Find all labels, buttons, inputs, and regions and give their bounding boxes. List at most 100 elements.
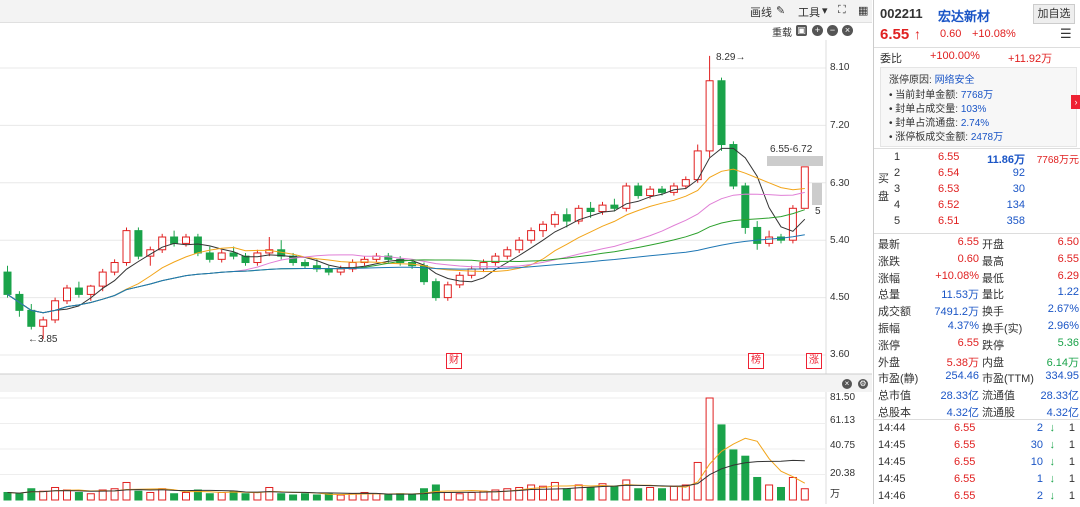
finance-marker[interactable]: 财 bbox=[446, 353, 462, 369]
volume-bar bbox=[289, 494, 298, 501]
volume-bar bbox=[765, 484, 774, 501]
bid-volume: 92 bbox=[1012, 167, 1025, 179]
stat-row: 外盘 5.38万 内盘 6.14万 bbox=[874, 354, 1080, 371]
volume-bar bbox=[455, 493, 464, 501]
candle-body bbox=[753, 226, 762, 244]
stat-label: 涨跌 bbox=[878, 255, 900, 268]
stat-value: 5.36 bbox=[1057, 336, 1079, 349]
tick-volume: 30 bbox=[1030, 439, 1043, 451]
volume-bar bbox=[610, 485, 619, 501]
stat-row: 振幅 4.37% 换手(实) 2.96% bbox=[874, 320, 1080, 337]
stat-value: 2.67% bbox=[1047, 303, 1079, 316]
limit-amount-value: 2478万 bbox=[970, 132, 1004, 143]
bid-row[interactable]: 3 6.53 30 bbox=[874, 183, 1080, 200]
bid-row[interactable]: 4 6.52 134 bbox=[874, 199, 1080, 216]
y-tick-label: 4.50 bbox=[830, 292, 850, 303]
stat-value: 4.32亿 bbox=[946, 407, 979, 419]
y-tick-label: 7.20 bbox=[830, 120, 850, 131]
volume-bar bbox=[312, 494, 321, 501]
stat-value: 1.22 bbox=[1057, 286, 1079, 299]
candle-body bbox=[443, 284, 452, 299]
settings-icon[interactable]: ⚙ bbox=[858, 379, 868, 389]
bid-price: 6.54 bbox=[938, 167, 960, 179]
reason-label: 涨停原因: bbox=[889, 75, 932, 86]
tick-volume: 10 bbox=[1030, 456, 1043, 468]
tick-price: 6.55 bbox=[954, 456, 976, 468]
volume-bar bbox=[562, 488, 571, 501]
kline-svg bbox=[0, 40, 872, 504]
bid-volume: 11.86万 bbox=[987, 154, 1025, 166]
tick-row: 14:45 6.55 1 ↓ 1 bbox=[874, 473, 1080, 490]
volume-bar bbox=[788, 476, 797, 501]
candle-body bbox=[527, 230, 536, 241]
candle-body bbox=[110, 262, 119, 273]
stat-label: 总市值 bbox=[878, 390, 911, 403]
tick-row: 14:45 6.55 30 ↓ 1 bbox=[874, 439, 1080, 456]
ranking-marker[interactable]: 榜 bbox=[748, 353, 764, 369]
volume-bar bbox=[122, 481, 131, 501]
bid-row[interactable]: 1 6.55 11.86万 7768万元 bbox=[874, 151, 1080, 168]
menu-icon[interactable]: ☰ bbox=[1060, 26, 1072, 42]
candle-body bbox=[63, 287, 71, 302]
tick-count: 1 bbox=[1068, 439, 1075, 451]
bid-row[interactable]: 5 6.51 358 bbox=[874, 215, 1080, 232]
tick-count: 1 bbox=[1068, 473, 1075, 485]
tick-row: 14:44 6.55 2 ↓ 1 bbox=[874, 422, 1080, 439]
tick-price: 6.55 bbox=[954, 473, 976, 485]
arrow-down-icon: ↓ bbox=[1049, 439, 1056, 451]
limit-up-marker[interactable]: 涨 bbox=[806, 353, 822, 369]
volume-bar bbox=[539, 485, 547, 501]
stat-label: 市盈(静) bbox=[878, 373, 919, 386]
candle-body bbox=[800, 166, 809, 209]
bid-level: 3 bbox=[894, 183, 901, 195]
kline-chart-area[interactable]: 画线 ✎ 工具 ▾ ⛶ ▦ 重载 ▣ + − × 8.10 7.20 6.30 … bbox=[0, 0, 872, 504]
volume-bar bbox=[372, 493, 381, 501]
candle-body bbox=[98, 271, 107, 287]
candle-body bbox=[562, 214, 571, 222]
stat-value: 5.38万 bbox=[946, 356, 979, 369]
add-watchlist-button[interactable]: 加自选 bbox=[1033, 4, 1075, 24]
reason-value[interactable]: 网络安全 bbox=[935, 75, 975, 86]
stat-value: 2.96% bbox=[1047, 320, 1079, 332]
volume-bar bbox=[86, 493, 95, 501]
limit-up-info: 涨停原因: 网络安全 • 当前封单金额: 7768万 • 封单占成交量: 103… bbox=[880, 67, 1077, 147]
stat-label: 最低 bbox=[982, 272, 1004, 285]
y-tick-label: 5.40 bbox=[830, 235, 850, 246]
stat-value: 6.29 bbox=[1057, 269, 1079, 282]
stat-label: 量比 bbox=[982, 289, 1004, 302]
close-icon[interactable]: × bbox=[842, 379, 852, 389]
weibi-label: 委比 bbox=[880, 53, 902, 65]
vol-unit-label: 万 bbox=[830, 489, 840, 500]
arrow-down-icon: ↓ bbox=[1049, 456, 1056, 468]
tick-count: 1 bbox=[1068, 422, 1075, 434]
stock-name: 宏达新材 bbox=[938, 9, 991, 24]
last-price: 6.55 bbox=[880, 26, 910, 43]
volume-bar bbox=[800, 488, 809, 501]
stat-label: 换手 bbox=[982, 306, 1004, 319]
candle-body bbox=[705, 80, 714, 152]
stat-row: 涨停 6.55 跌停 5.36 bbox=[874, 337, 1080, 354]
volume-bar bbox=[241, 493, 250, 501]
bid-row[interactable]: 2 6.54 92 bbox=[874, 167, 1080, 184]
bid-level: 5 bbox=[894, 215, 901, 227]
volume-bar bbox=[170, 493, 179, 501]
candle-body bbox=[182, 236, 190, 244]
volume-bar bbox=[182, 491, 190, 501]
candle-body bbox=[741, 185, 750, 228]
volume-bar bbox=[646, 486, 655, 501]
stat-value: 11.53万 bbox=[941, 289, 979, 302]
bid-level: 2 bbox=[894, 167, 901, 179]
stat-value: 254.46 bbox=[945, 370, 979, 383]
stat-row: 总市值 28.33亿 流通值 28.33亿 bbox=[874, 387, 1080, 404]
volume-bar bbox=[503, 488, 512, 501]
stat-label: 外盘 bbox=[878, 356, 900, 369]
volume-bar bbox=[146, 491, 155, 501]
volume-bar bbox=[15, 493, 24, 501]
y-tick-label: 8.10 bbox=[830, 62, 850, 73]
volume-bar bbox=[205, 493, 214, 501]
tick-volume: 2 bbox=[1036, 422, 1043, 434]
price-change-pct: +10.08% bbox=[972, 28, 1016, 40]
collapse-arrow-icon[interactable]: › bbox=[1071, 95, 1080, 109]
vol-tick-label: 20.38 bbox=[830, 468, 856, 479]
bid-level: 1 bbox=[894, 151, 901, 163]
